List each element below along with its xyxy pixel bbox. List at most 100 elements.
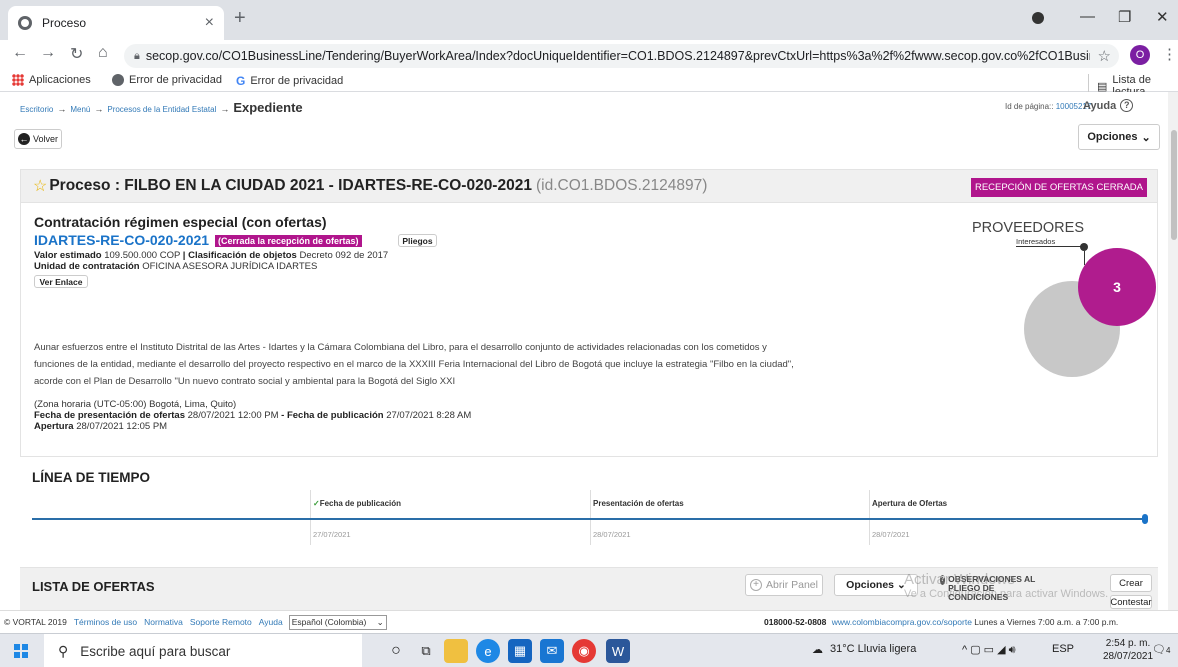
taskbar-search[interactable]: ⚲ Escribe aquí para buscar [44,634,362,667]
support-info: 018000-52-0808 www.colombiacompra.gov.co… [764,617,1119,627]
copyright: © VORTAL 2019 [4,617,67,627]
page-footer: © VORTAL 2019 Términos de uso Normativa … [0,610,1178,633]
process-id: (id.CO1.BDOS.2124897) [535,177,708,194]
answer-button[interactable]: Contestar [1110,595,1152,609]
timeline-title: LÍNEA DE TIEMPO [32,470,151,485]
footer-link-terms[interactable]: Términos de uso [74,617,137,627]
browser-tab[interactable]: Proceso × [8,6,224,40]
breadcrumb-processes[interactable]: Procesos de la Entidad Estatal [107,105,216,114]
process-header: ☆ Proceso : FILBO EN LA CIUDAD 2021 - ID… [20,169,1158,203]
arrow-right-icon: → [94,104,104,114]
breadcrumb: Escritorio → Menú → Procesos de la Entid… [20,100,303,115]
edge-icon[interactable]: e [476,639,500,663]
file-explorer-icon[interactable] [444,639,468,663]
clock[interactable]: 2:54 p. m. 28/07/2021 [1103,637,1153,663]
status-badge: RECEPCIÓN DE OFERTAS CERRADA [970,178,1147,197]
new-tab-button[interactable]: + [234,7,246,30]
search-icon: ⚲ [58,642,69,659]
lock-icon: 🔒︎ [134,49,140,62]
weather-text[interactable]: 31°C Lluvia ligera [830,643,916,655]
close-window-icon[interactable]: ✕ [1156,8,1169,26]
providers-subtitle: Interesados [1016,237,1082,247]
chevron-down-icon: ⌄ [1141,131,1151,144]
breadcrumb-desk[interactable]: Escritorio [20,105,53,114]
create-button[interactable]: Crear [1110,574,1152,592]
process-reference[interactable]: IDARTES-RE-CO-020-2021 [34,232,209,248]
more-menu-icon[interactable]: ⋮ [1162,45,1177,63]
footer-link-help[interactable]: Ayuda [259,617,283,627]
pliegos-button[interactable]: Pliegos [398,234,437,247]
bookmark-privacy-2[interactable]: G Error de privacidad [236,74,343,88]
bookmark-apps[interactable]: Aplicaciones [12,74,91,86]
providers-title: PROVEEDORES [972,220,1084,236]
star-icon[interactable]: ☆ [33,176,47,196]
process-description: Aunar esfuerzos entre el Instituto Distr… [34,342,794,387]
tray-icons[interactable]: ^ ▢ ▭ ◢ 🔊︎ [962,643,1016,657]
plus-icon: + [750,579,763,591]
footer-link-rules[interactable]: Normativa [144,617,183,627]
support-link[interactable]: www.colombiacompra.gov.co/soporte [832,617,972,627]
check-icon: ✓ [313,499,320,508]
chrome-icon[interactable]: ◉ [572,639,596,663]
tab-title: Proceso [42,16,87,30]
providers-marker [1080,243,1088,251]
word-icon[interactable]: W [606,639,630,663]
arrow-right-icon: → [220,104,230,114]
chevron-down-icon: ⌄ [376,616,384,627]
google-icon: G [236,74,246,88]
notifications-icon[interactable]: 🗨︎4 [1152,643,1170,656]
activate-windows-text: Ve a Configuración para activar Windows. [904,588,1109,600]
timezone: (Zona horaria (UTC-05:00) Bogotá, Lima, … [34,399,237,410]
maximize-icon[interactable]: ❐ [1118,8,1131,26]
bookmark-star-icon[interactable]: ☆ [1090,47,1119,65]
globe-icon [112,74,124,86]
language-select[interactable]: Español (Colombia) ⌄ [288,614,387,630]
opening-line: Apertura 28/07/2021 12:05 PM [34,421,168,432]
store-icon[interactable]: ▦ [508,639,532,663]
closed-badge: (Cerrada la recepción de ofertas) [215,235,362,247]
bookmarks-bar: Aplicaciones Error de privacidad G Error… [0,70,1178,98]
timeline-end-marker [1142,514,1148,524]
dates-line: Fecha de presentación de ofertas 28/07/2… [34,410,472,421]
home-icon[interactable]: ⌂ [98,44,108,62]
reload-icon[interactable]: ↻ [70,44,83,64]
browser-tab-bar: Proceso × + — ❐ ✕ [0,0,1178,40]
arrow-left-icon: ← [17,133,30,145]
globe-icon [18,16,32,30]
arrow-right-icon: → [57,104,67,114]
bookmark-privacy-1[interactable]: Error de privacidad [112,74,222,86]
process-title: Proceso : FILBO EN LA CIUDAD 2021 - IDAR… [49,177,532,194]
interested-providers-count[interactable]: 3 [1078,248,1156,326]
view-link-button[interactable]: Ver Enlace [34,275,88,288]
process-summary-card: Contratación régimen especial (con ofert… [20,203,1158,457]
close-tab-icon[interactable]: × [205,14,214,32]
windows-start-icon[interactable] [14,644,28,658]
open-panel-button[interactable]: + Abrir Panel [745,574,823,596]
windows-taskbar: ⚲ Escribe aquí para buscar ○ ⧉ e ▦ ✉ ◉ W… [0,633,1178,667]
task-view-icon[interactable]: ⧉ [414,639,438,663]
forward-arrow-icon[interactable]: → [40,44,56,62]
footer-link-remote-support[interactable]: Soporte Remoto [190,617,252,627]
back-button[interactable]: ← Volver [14,129,62,149]
profile-icon[interactable] [1032,12,1044,24]
mail-icon[interactable]: ✉ [540,639,564,663]
minimize-icon[interactable]: — [1080,8,1095,25]
back-arrow-icon[interactable]: ← [12,44,28,62]
cortana-icon[interactable]: ○ [384,639,408,663]
avatar[interactable]: O [1130,45,1150,65]
page-id: Id de página:: 10005217 [1005,102,1092,111]
estimated-value: Valor estimado 109.500.000 COP | Clasifi… [34,250,389,261]
weather-icon: ☁ [812,644,823,656]
url-bar[interactable]: 🔒︎ secop.gov.co/CO1BusinessLine/Tenderin… [124,44,1119,68]
input-language[interactable]: ESP [1052,643,1074,655]
breadcrumb-menu[interactable]: Menú [70,105,90,114]
contracting-unit: Unidad de contratación OFICINA ASESORA J… [34,261,318,272]
help-button[interactable]: Ayuda ? [1083,99,1134,112]
help-icon: ? [1120,99,1134,112]
apps-grid-icon [12,74,24,86]
options-button[interactable]: Opciones ⌄ [1078,124,1160,150]
scrollbar-thumb[interactable] [1171,130,1177,240]
url-text[interactable]: secop.gov.co/CO1BusinessLine/Tendering/B… [146,49,1090,63]
contract-type: Contratación régimen especial (con ofert… [34,214,327,230]
page-content: Escritorio → Menú → Procesos de la Entid… [0,92,1168,610]
